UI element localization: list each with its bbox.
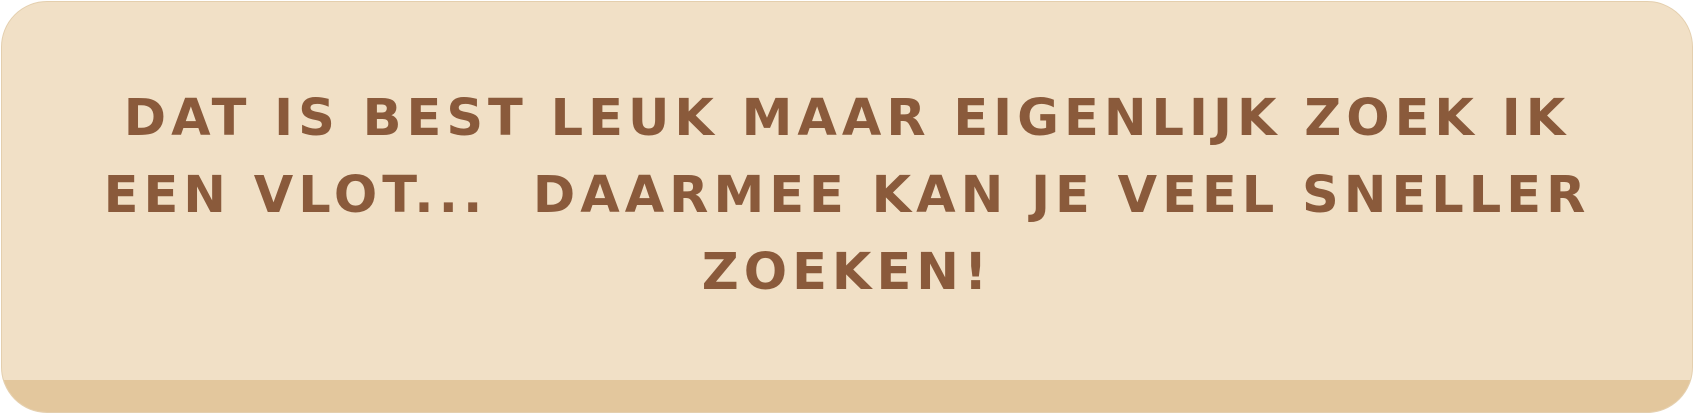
- dialog-line-1: DAT IS BEST LEUK MAAR EIGENLIJK ZOEK IK: [123, 89, 1571, 148]
- dialog-message: DAT IS BEST LEUK MAAR EIGENLIJK ZOEK IK …: [92, 80, 1602, 311]
- dialog-box: DAT IS BEST LEUK MAAR EIGENLIJK ZOEK IK …: [1, 1, 1693, 413]
- dialog-line-3: ZOEKEN!: [701, 243, 993, 302]
- dialog-line-2: EEN VLOT... DAARMEE KAN JE VEEL SNELLER: [103, 166, 1591, 225]
- dialog-footer-band: [2, 380, 1692, 412]
